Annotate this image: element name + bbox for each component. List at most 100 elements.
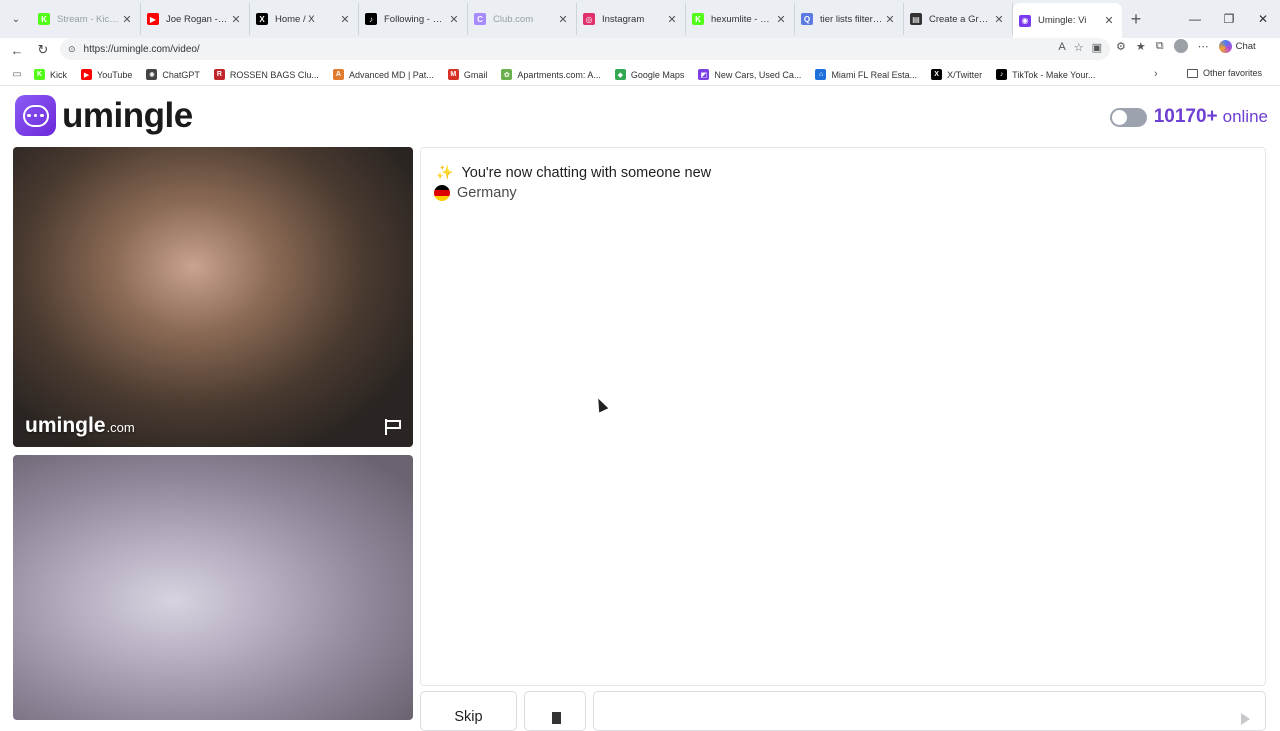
tab-title: Instagram (602, 13, 645, 25)
tab-title: Joe Rogan - He l (166, 13, 229, 25)
omnibox-actions: A ☆ ▣ (1058, 41, 1102, 54)
close-tab-icon[interactable]: ✕ (338, 13, 352, 26)
close-tab-icon[interactable]: ✕ (229, 13, 243, 26)
address-toolbar: ← ↻ ⊙ https://umingle.com/video/ A ☆ ▣ ⚙… (0, 38, 1280, 62)
skip-button[interactable]: Skip (420, 691, 517, 731)
bookmark-item[interactable]: M Gmail (447, 69, 488, 80)
browser-tab[interactable]: ▤ Create a Greater✕ (904, 3, 1013, 35)
bookmark-label: Advanced MD | Pat... (348, 69, 434, 80)
bookmark-item[interactable]: ✿ Apartments.com: A... (501, 69, 601, 80)
online-indicator: 10170+ online (1109, 106, 1268, 128)
chat-bubble-logo-icon (15, 95, 56, 136)
tab-title: Club.com (493, 13, 534, 25)
bookmark-item[interactable]: R ROSSEN BAGS Clu... (213, 69, 319, 80)
back-arrow-icon[interactable]: ← (4, 43, 30, 58)
close-tab-icon[interactable]: ✕ (992, 13, 1006, 26)
bookmark-item[interactable]: ♪ TikTok - Make Your... (996, 69, 1095, 80)
bookmark-item[interactable]: ✺ ChatGPT (146, 69, 200, 80)
reading-view-icon[interactable]: ▭ (0, 69, 34, 80)
bookmark-favicon-icon: ♪ (996, 69, 1008, 80)
theme-toggle[interactable] (1109, 107, 1147, 127)
tab-title: tier lists filters - S (820, 13, 883, 25)
browser-tab[interactable]: X Home / X ✕ (250, 3, 359, 35)
tab-title: Create a Greater (929, 13, 992, 25)
report-flag-icon[interactable] (385, 419, 403, 435)
new-tab-plus-icon[interactable]: + (1122, 9, 1150, 30)
close-window-icon[interactable]: ✕ (1246, 0, 1280, 38)
tab-title: Home / X (275, 13, 315, 25)
bookmark-item[interactable]: K Kick (34, 69, 67, 80)
stranger-country: Germany (434, 185, 517, 201)
bookmark-label: New Cars, Used Ca... (714, 69, 802, 80)
reload-icon[interactable]: ↻ (30, 42, 56, 58)
browser-tab-strip: ⌄ KStream - Kick Da✕▶Joe Rogan - He l✕XH… (0, 0, 1280, 38)
browser-tab[interactable]: ▶ Joe Rogan - He l✕ (141, 3, 250, 35)
online-count: 10170+ (1153, 106, 1218, 127)
more-menu-icon[interactable]: ⋯ (1198, 40, 1209, 53)
message-input[interactable] (593, 691, 1266, 731)
close-tab-icon[interactable]: ✕ (556, 13, 570, 26)
bookmark-label: ChatGPT (162, 69, 200, 80)
close-tab-icon[interactable]: ✕ (447, 13, 461, 26)
tab-title: Following - Watc (384, 13, 447, 25)
other-favorites-folder[interactable]: Other favorites (1187, 68, 1262, 78)
bookmark-item[interactable]: A Advanced MD | Pat... (332, 69, 434, 80)
bookmark-item[interactable]: ◩ New Cars, Used Ca... (698, 69, 801, 80)
close-tab-icon[interactable]: ✕ (774, 13, 788, 26)
tab-favicon-icon: ◎ (583, 13, 595, 25)
browser-tab[interactable]: C Club.com ✕ (468, 3, 577, 35)
bookmark-item[interactable]: ▶ YouTube (81, 69, 132, 80)
bookmark-favicon-icon: M (447, 69, 459, 80)
tab-actions-chevron-icon[interactable]: ⌄ (0, 0, 32, 38)
tab-favicon-icon: K (38, 13, 50, 25)
bookmark-item[interactable]: X X/Twitter (931, 69, 982, 80)
copilot-label: Chat (1235, 40, 1256, 52)
system-message: ✨ You're now chatting with someone new (436, 164, 711, 181)
split-screen-icon[interactable]: ▣ (1092, 41, 1102, 54)
browser-tab[interactable]: Qtier lists filters - S✕ (795, 3, 904, 35)
copilot-icon (1218, 39, 1232, 53)
bookmark-label: ROSSEN BAGS Clu... (229, 69, 319, 80)
minimize-icon[interactable]: — (1178, 0, 1212, 38)
site-info-icon[interactable]: ⊙ (68, 44, 76, 55)
copilot-chat-button[interactable]: Chat (1218, 39, 1256, 53)
close-tab-icon[interactable]: ✕ (1102, 14, 1116, 27)
profile-avatar[interactable] (1173, 39, 1188, 53)
extensions-icon[interactable]: ⚙ (1116, 40, 1126, 53)
close-tab-icon[interactable]: ✕ (883, 13, 897, 26)
browser-tab[interactable]: ◎ Instagram ✕ (577, 3, 686, 35)
collections-icon[interactable]: ⧉ (1156, 40, 1164, 53)
close-tab-icon[interactable]: ✕ (120, 13, 134, 26)
bookmark-item[interactable]: ◆ Google Maps (614, 69, 685, 80)
browser-tab[interactable]: ◉ Umingle: Vi ✕ (1013, 3, 1122, 38)
stop-icon (552, 712, 561, 724)
bookmark-label: Gmail (463, 69, 488, 80)
other-favorites-label: Other favorites (1203, 68, 1263, 78)
browser-tab[interactable]: K Stream - Kick Da✕ (32, 3, 141, 35)
umingle-logo[interactable]: umingle (15, 95, 193, 136)
chat-log: ✨ You're now chatting with someone new G… (420, 147, 1266, 686)
tab-favicon-icon: ▶ (147, 13, 159, 25)
bookmark-item[interactable]: ⌂ Miami FL Real Esta... (815, 69, 917, 80)
send-icon[interactable] (1241, 713, 1250, 725)
address-bar[interactable]: ⊙ https://umingle.com/video/ A ☆ ▣ (60, 38, 1110, 60)
close-tab-icon[interactable]: ✕ (665, 13, 679, 26)
tab-title: Stream - Kick Da (57, 13, 120, 25)
tab-favicon-icon: C (474, 13, 486, 25)
bookmark-label: Google Maps (630, 69, 685, 80)
restore-icon[interactable]: ❐ (1212, 0, 1246, 38)
favorite-star-icon[interactable]: ☆ (1074, 41, 1084, 54)
online-label: online (1222, 107, 1268, 126)
browser-tab[interactable]: ♪ Following - Watc ✕ (359, 3, 468, 35)
browser-tab[interactable]: Khexumlite - Watc✕ (686, 3, 795, 35)
favorites-icon[interactable]: ★ (1136, 40, 1146, 53)
bookmark-favicon-icon: ◆ (614, 69, 626, 80)
bookmark-label: Apartments.com: A... (517, 69, 601, 80)
tab-list: KStream - Kick Da✕▶Joe Rogan - He l✕XHom… (32, 3, 1122, 38)
tab-favicon-icon: Q (801, 13, 813, 25)
germany-flag-icon (434, 185, 450, 201)
stop-button[interactable] (524, 691, 586, 731)
self-video (13, 455, 413, 720)
bookmarks-overflow-chevron-icon[interactable]: › (1154, 68, 1158, 80)
read-aloud-icon[interactable]: A (1058, 41, 1065, 54)
